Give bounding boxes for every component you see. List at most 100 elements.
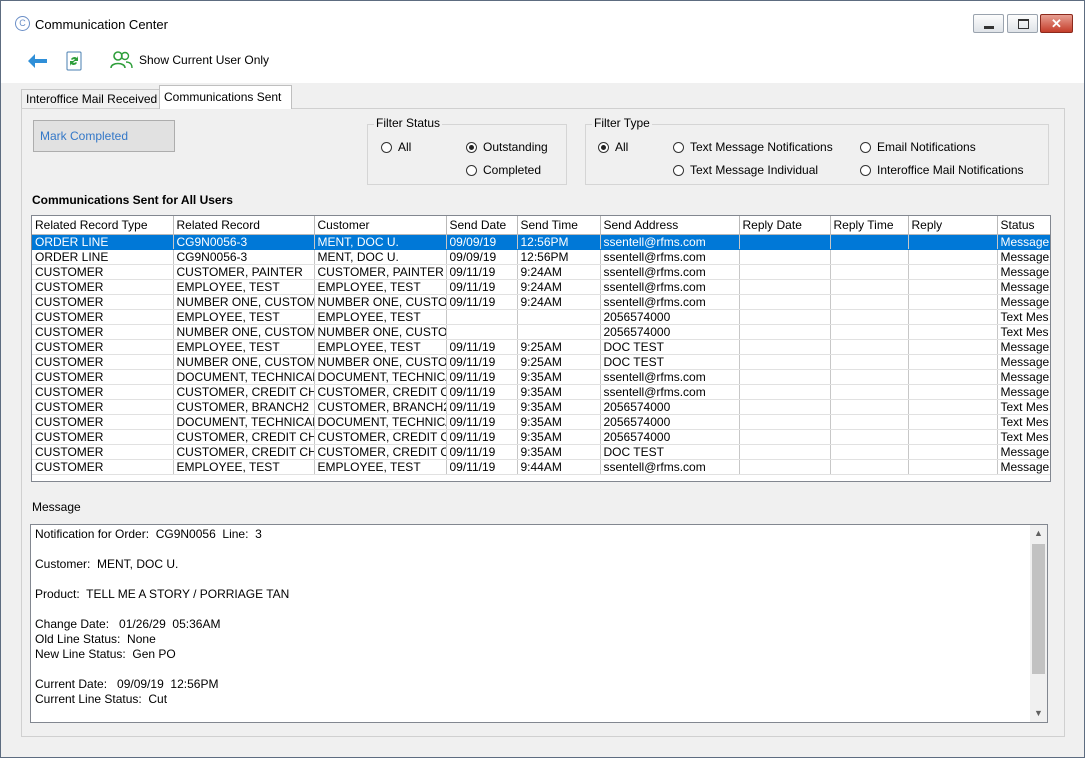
back-arrow-icon[interactable]: [27, 53, 49, 69]
table-cell: ssentell@rfms.com: [600, 369, 740, 385]
table-cell: CG9N0056-3: [173, 234, 315, 250]
table-cell: [908, 249, 998, 265]
table-cell: 09/09/19: [446, 234, 518, 250]
column-header[interactable]: Reply: [908, 216, 998, 235]
table-cell: [830, 459, 909, 475]
table-cell: 09/11/19: [446, 369, 518, 385]
table-cell: CUSTOMER: [32, 369, 174, 385]
table-cell: EMPLOYEE, TEST: [314, 339, 447, 355]
table-row[interactable]: CUSTOMER DOCUMENT, TECHNICAL DOCUMENT, TEC…: [32, 369, 1050, 385]
table-cell: CUSTOMER, PAINTER: [173, 264, 315, 280]
table-cell: CUSTOMER: [32, 324, 174, 340]
table-row[interactable]: ORDER LINE CG9N0056-3 MENT, DOC U. 09/09/19…: [32, 249, 1050, 265]
table-row[interactable]: CUSTOMER EMPLOYEE, TEST EMPLOYEE, TEST 09/1…: [32, 339, 1050, 355]
tab-interoffice-mail-received[interactable]: Interoffice Mail Received: [21, 89, 160, 108]
column-header[interactable]: Send Address: [600, 216, 740, 235]
table-row[interactable]: CUSTOMER NUMBER ONE, CUSTOME NUMBER ONE, C…: [32, 294, 1050, 310]
table-cell: 09/11/19: [446, 384, 518, 400]
filter-type-email-notifications-label: Email Notifications: [877, 140, 976, 154]
table-cell: EMPLOYEE, TEST: [314, 279, 447, 295]
column-header[interactable]: Send Time: [517, 216, 601, 235]
table-cell: [739, 459, 831, 475]
communications-grid[interactable]: Related Record Type Related Record Custome…: [31, 215, 1051, 482]
column-header[interactable]: Reply Time: [830, 216, 909, 235]
column-header[interactable]: Related Record: [173, 216, 315, 235]
table-row[interactable]: CUSTOMER DOCUMENT, TECHNICAL DOCUMENT, TEC…: [32, 414, 1050, 430]
column-header[interactable]: Reply Date: [739, 216, 831, 235]
grid-body: ORDER LINE CG9N0056-3 MENT, DOC U. 09/09/19…: [32, 234, 1050, 475]
scroll-down-icon[interactable]: ▼: [1030, 705, 1047, 722]
table-cell: CUSTOMER: [32, 309, 174, 325]
message-line: Customer: MENT, DOC U.: [35, 557, 179, 571]
table-cell: 9:24AM: [517, 294, 601, 310]
table-row[interactable]: ORDER LINE CG9N0056-3 MENT, DOC U. 09/09/19…: [32, 234, 1050, 250]
table-cell: [830, 324, 909, 340]
filter-status-completed-label: Completed: [483, 163, 542, 177]
table-cell: 12:56PM: [517, 234, 601, 250]
grid-header-row: Related Record Type Related Record Custome…: [32, 216, 1050, 235]
column-header[interactable]: Status: [997, 216, 1050, 235]
table-cell: ssentell@rfms.com: [600, 294, 740, 310]
table-row[interactable]: CUSTOMER CUSTOMER, BRANCH2 CUSTOMER, BRANC…: [32, 399, 1050, 415]
filter-status-title: Filter Status: [374, 116, 443, 130]
table-cell: Message: [997, 444, 1050, 460]
minimize-button[interactable]: [973, 14, 1004, 33]
close-button[interactable]: ✕: [1040, 14, 1073, 33]
table-cell: ssentell@rfms.com: [600, 234, 740, 250]
message-line: Change Date: 01/26/29 05:36AM: [35, 617, 221, 631]
table-cell: NUMBER ONE, CUSTOME: [173, 324, 315, 340]
table-row[interactable]: CUSTOMER CUSTOMER, CREDIT CHE CUSTOMER, CR…: [32, 384, 1050, 400]
column-header[interactable]: Customer: [314, 216, 447, 235]
filter-type-text-message-notifications-label: Text Message Notifications: [690, 140, 833, 154]
scroll-up-icon[interactable]: ▲: [1030, 525, 1047, 542]
filter-status-all-label: All: [398, 140, 412, 154]
filter-type-all-radio[interactable]: All: [598, 140, 628, 154]
mark-completed-button[interactable]: Mark Completed: [33, 120, 175, 152]
radio-unchecked-icon: [673, 141, 684, 153]
table-cell: CUSTOMER: [32, 279, 174, 295]
table-row[interactable]: CUSTOMER NUMBER ONE, CUSTOME NUMBER ONE, C…: [32, 354, 1050, 370]
message-scrollbar[interactable]: ▲ ▼: [1030, 525, 1047, 722]
table-cell: [908, 339, 998, 355]
show-current-user-button[interactable]: Show Current User Only: [109, 49, 269, 71]
filter-type-text-message-notifications-radio[interactable]: Text Message Notifications: [673, 140, 833, 154]
radio-unchecked-icon: [381, 141, 392, 153]
table-cell: 09/09/19: [446, 249, 518, 265]
table-cell: CUSTOMER: [32, 339, 174, 355]
column-header[interactable]: Send Date: [446, 216, 518, 235]
table-cell: 2056574000: [600, 324, 740, 340]
refresh-icon[interactable]: [65, 51, 83, 71]
tab-communications-sent[interactable]: Communications Sent: [159, 85, 292, 109]
table-row[interactable]: CUSTOMER CUSTOMER, CREDIT CHE CUSTOMER, CR…: [32, 444, 1050, 460]
table-cell: EMPLOYEE, TEST: [173, 339, 315, 355]
title-bar[interactable]: C Communication Center ✕: [1, 1, 1084, 35]
table-row[interactable]: CUSTOMER CUSTOMER, PAINTER CUSTOMER, PAINT…: [32, 264, 1050, 280]
scroll-thumb[interactable]: [1032, 544, 1045, 674]
table-cell: DOC TEST: [600, 354, 740, 370]
table-row[interactable]: CUSTOMER CUSTOMER, CREDIT CHE CUSTOMER, CR…: [32, 429, 1050, 445]
app-icon: C: [15, 16, 30, 31]
table-cell: DOCUMENT, TECHNICAL: [173, 369, 315, 385]
filter-type-text-message-individual-radio[interactable]: Text Message Individual: [673, 163, 818, 177]
table-cell: 2056574000: [600, 414, 740, 430]
filter-status-completed-radio[interactable]: Completed: [466, 163, 541, 177]
table-cell: [830, 264, 909, 280]
message-textbox[interactable]: Notification for Order: CG9N0056 Line: 3…: [30, 524, 1048, 723]
table-cell: CUSTOMER: [32, 384, 174, 400]
table-row[interactable]: CUSTOMER EMPLOYEE, TEST EMPLOYEE, TEST 2056…: [32, 309, 1050, 325]
table-cell: MENT, DOC U.: [314, 234, 447, 250]
maximize-button[interactable]: [1007, 14, 1038, 33]
filter-status-outstanding-radio[interactable]: Outstanding: [466, 140, 548, 154]
table-cell: 2056574000: [600, 309, 740, 325]
table-row[interactable]: CUSTOMER EMPLOYEE, TEST EMPLOYEE, TEST 09/1…: [32, 459, 1050, 475]
table-cell: CUSTOMER, PAINTER: [314, 264, 447, 280]
filter-status-all-radio[interactable]: All: [381, 140, 411, 154]
table-cell: DOCUMENT, TECHNICA: [314, 369, 447, 385]
table-cell: CUSTOMER, CREDIT CHE: [173, 384, 315, 400]
table-cell: [908, 444, 998, 460]
table-row[interactable]: CUSTOMER NUMBER ONE, CUSTOME NUMBER ONE, C…: [32, 324, 1050, 340]
filter-type-email-notifications-radio[interactable]: Email Notifications: [860, 140, 976, 154]
filter-type-interoffice-mail-notifications-radio[interactable]: Interoffice Mail Notifications: [860, 163, 1024, 177]
table-row[interactable]: CUSTOMER EMPLOYEE, TEST EMPLOYEE, TEST 09/1…: [32, 279, 1050, 295]
column-header[interactable]: Related Record Type: [32, 216, 174, 235]
